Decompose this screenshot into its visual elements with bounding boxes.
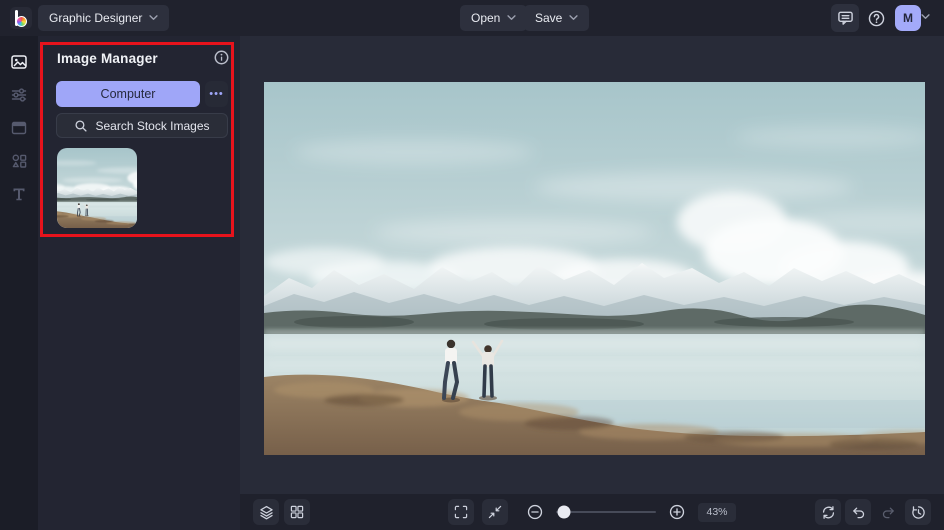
canvas-workspace[interactable]: [240, 36, 944, 494]
template-icon: [11, 121, 27, 134]
sidebar-item-graphics[interactable]: [0, 144, 38, 177]
chevron-down-icon: [569, 15, 578, 20]
top-bar: Graphic Designer Open Save M: [0, 0, 944, 36]
history-icon: [911, 505, 925, 519]
help-button[interactable]: [864, 6, 888, 30]
reset-button[interactable]: [815, 499, 841, 525]
redo-button[interactable]: [875, 499, 901, 525]
info-icon: [214, 50, 229, 65]
info-button[interactable]: [214, 50, 229, 65]
open-dropdown-button[interactable]: Open: [460, 5, 528, 31]
sidebar-item-image-manager[interactable]: [0, 45, 38, 78]
zoom-slider-knob[interactable]: [557, 505, 571, 519]
thumbnail-photo: [57, 148, 137, 228]
reset-icon: [822, 505, 834, 519]
adjustments-icon: [11, 87, 27, 102]
image-icon: [11, 54, 27, 69]
open-label: Open: [471, 11, 501, 25]
mode-selector-dropdown[interactable]: Graphic Designer: [38, 5, 170, 31]
uploaded-image-thumbnail[interactable]: [57, 148, 137, 228]
layers-icon: [259, 505, 273, 519]
text-icon: [13, 188, 25, 200]
redo-icon: [882, 507, 894, 518]
comment-icon: [837, 11, 853, 25]
undo-icon: [852, 507, 864, 518]
zoom-percentage: 43%: [698, 502, 736, 522]
chevron-down-icon: [507, 15, 516, 20]
panel-title: Image Manager: [57, 51, 158, 66]
canvas-photo[interactable]: [264, 82, 925, 455]
fit-screen-icon: [488, 505, 502, 519]
minus-circle-icon: [527, 504, 543, 520]
search-stock-images-button[interactable]: Search Stock Images: [56, 113, 228, 138]
search-stock-label: Search Stock Images: [95, 118, 210, 133]
question-mark-icon: [868, 10, 884, 26]
computer-upload-button[interactable]: Computer: [56, 81, 200, 107]
image-manager-panel: Image Manager Computer ••• Search Stock …: [38, 36, 240, 530]
fit-to-screen-button[interactable]: [482, 499, 508, 525]
shapes-icon: [12, 154, 27, 168]
befunky-logo-icon[interactable]: [10, 7, 32, 29]
tool-rail: [0, 36, 38, 530]
chevron-down-icon: [149, 15, 158, 20]
mode-selector-label: Graphic Designer: [49, 11, 143, 25]
undo-button[interactable]: [845, 499, 871, 525]
save-label: Save: [535, 11, 563, 25]
account-menu-chevron[interactable]: [921, 14, 930, 20]
grid-icon: [290, 505, 304, 519]
more-sources-button[interactable]: •••: [205, 81, 228, 107]
zoom-in-button[interactable]: [664, 499, 690, 525]
zoom-slider[interactable]: [556, 505, 656, 519]
history-button[interactable]: [905, 499, 931, 525]
plus-circle-icon: [669, 504, 685, 520]
lakeshore-photo: [264, 82, 925, 455]
sidebar-item-edit[interactable]: [0, 78, 38, 111]
feedback-button[interactable]: [831, 4, 859, 32]
search-icon: [75, 119, 88, 132]
avatar-initial: M: [903, 11, 913, 25]
fullscreen-icon: [454, 505, 468, 519]
layers-button[interactable]: [253, 499, 279, 525]
save-dropdown-button[interactable]: Save: [524, 5, 590, 31]
fullscreen-button[interactable]: [448, 499, 474, 525]
chevron-down-icon: [921, 14, 930, 19]
sidebar-item-templates[interactable]: [0, 111, 38, 144]
grid-view-button[interactable]: [284, 499, 310, 525]
avatar[interactable]: M: [895, 5, 921, 31]
befunky-graphic-designer-app: { "header": { "mode_label": "Graphic Des…: [0, 0, 944, 530]
sidebar-item-text[interactable]: [0, 177, 38, 210]
canvas-toolbar: 43%: [240, 494, 944, 530]
zoom-out-button[interactable]: [522, 499, 548, 525]
